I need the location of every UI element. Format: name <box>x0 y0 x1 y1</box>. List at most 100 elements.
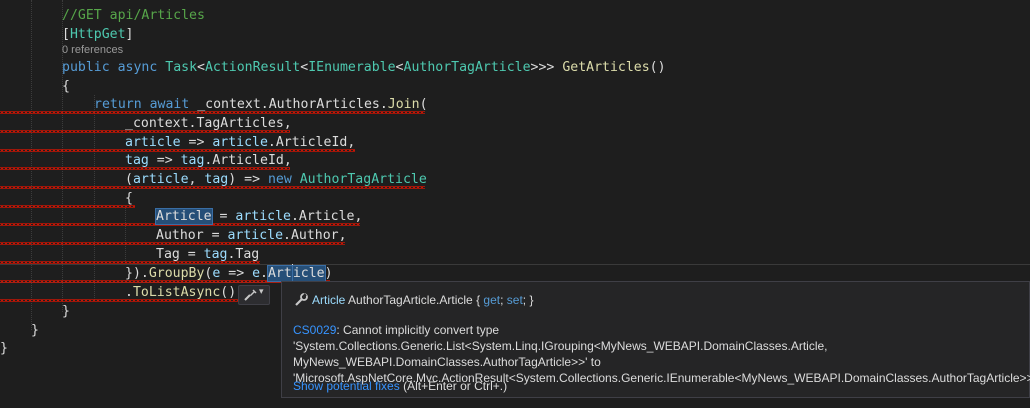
code-token: => <box>148 153 181 168</box>
code-token: public <box>62 60 110 75</box>
code-text: public async Task<ActionResult<IEnumerab… <box>62 58 666 77</box>
code-line[interactable]: Tag = tag.Tag <box>0 245 1030 264</box>
code-text: } <box>31 321 39 340</box>
code-token: _context.TagArticles, <box>125 116 292 131</box>
code-line[interactable]: Article = article.Article, <box>0 207 1030 226</box>
code-token: => <box>180 135 213 150</box>
code-line[interactable]: [HttpGet] <box>0 25 1030 44</box>
code-text: _context.TagArticles, <box>125 114 292 133</box>
code-line[interactable]: tag => tag.ArticleId, <box>0 151 1030 170</box>
code-token: GetArticles <box>562 60 650 75</box>
code-line[interactable]: { <box>0 77 1030 96</box>
code-token: ActionResult <box>204 60 301 75</box>
code-text: .ToListAsync() <box>125 283 236 302</box>
error-text: : Cannot implicitly convert type 'System… <box>293 323 1030 385</box>
code-token: e <box>252 266 261 281</box>
code-token: }). <box>125 266 149 281</box>
code-text: tag => tag.ArticleId, <box>125 151 292 170</box>
code-token: return <box>94 97 142 112</box>
code-token: HttpGet <box>69 27 126 42</box>
code-text: return await _context.AuthorArticles.Joi… <box>94 95 428 114</box>
code-text: Tag = tag.Tag <box>156 245 259 264</box>
code-text: } <box>0 339 8 358</box>
code-token: article <box>132 172 189 187</box>
code-line[interactable]: (article, tag) => new AuthorTagArticle <box>0 170 1030 189</box>
code-token: article <box>235 209 291 224</box>
code-text: } <box>62 302 70 321</box>
symbol-name: Article <box>312 293 346 307</box>
code-line[interactable]: _context.TagArticles, <box>0 114 1030 133</box>
code-token: ( <box>419 97 428 112</box>
code-token: . <box>260 266 268 281</box>
signature-end: ; } <box>522 293 534 307</box>
code-text: Author = article.Author, <box>156 226 347 245</box>
code-token: ) <box>324 266 333 281</box>
code-token: { <box>62 79 70 94</box>
code-token: article <box>227 228 284 243</box>
code-token: < <box>197 60 205 75</box>
symbol-signature: Article AuthorTagArticle.Article { get ; … <box>294 293 533 307</box>
code-token: < <box>300 60 309 75</box>
code-token: tag <box>180 153 205 168</box>
code-token: AuthorTagArticle <box>299 172 427 187</box>
code-line[interactable]: Author = article.Author, <box>0 226 1030 245</box>
quick-actions-button[interactable]: ▾ <box>238 285 270 305</box>
wrench-icon <box>295 293 308 306</box>
setter-keyword: set <box>506 293 523 307</box>
code-token: = <box>179 247 204 262</box>
code-editor[interactable]: //GET api/Articles [HttpGet] public async … <box>0 0 1030 408</box>
selected-symbol: Art <box>266 265 293 282</box>
code-token: tag <box>203 247 228 262</box>
code-token: Author <box>156 228 204 243</box>
code-lens-references[interactable]: 0 references <box>62 44 123 56</box>
code-token: Join <box>387 97 420 112</box>
separator: ; <box>500 293 507 307</box>
code-token: .ArticleId, <box>204 153 292 168</box>
code-token: tag <box>125 153 149 168</box>
code-token: async <box>117 60 158 75</box>
code-token: [ <box>62 27 70 42</box>
code-line[interactable]: public async Task<ActionResult<IEnumerab… <box>0 58 1030 77</box>
code-token: } <box>62 304 70 319</box>
code-token: AuthorTagArticle <box>403 60 531 75</box>
symbol-detail: AuthorTagArticle.Article { <box>345 293 484 307</box>
code-line[interactable]: //GET api/Articles <box>0 6 1030 25</box>
code-line[interactable]: article => article.ArticleId, <box>0 133 1030 152</box>
code-token: ] <box>125 27 134 42</box>
code-text: //GET api/Articles <box>62 6 205 25</box>
getter-keyword: get <box>483 293 501 307</box>
code-token: { <box>125 191 133 206</box>
code-token: () <box>220 285 237 300</box>
code-token: ToListAsync <box>132 285 221 300</box>
code-token: .Tag <box>227 247 260 262</box>
fix-shortcut: (Alt+Enter or Ctrl+.) <box>399 379 508 393</box>
code-token: _context.AuthorArticles. <box>189 97 388 112</box>
code-token: //GET api/Articles <box>62 8 205 23</box>
code-token: => <box>220 266 253 281</box>
code-token: .ArticleId, <box>267 135 356 150</box>
code-token: , <box>188 172 205 187</box>
code-token: . <box>125 285 133 300</box>
code-line[interactable]: { <box>0 189 1030 208</box>
code-line[interactable]: return await _context.AuthorArticles.Joi… <box>0 95 1030 114</box>
code-token: () <box>649 60 666 75</box>
code-text: { <box>125 189 133 208</box>
code-token: = <box>211 209 236 224</box>
code-token: >>> <box>530 60 563 75</box>
selected-symbol: icle <box>291 265 326 282</box>
show-potential-fixes-link[interactable]: Show potential fixes <box>293 379 400 393</box>
selected-symbol: Article <box>155 208 213 225</box>
code-token: Task <box>165 60 198 75</box>
code-text: article => article.ArticleId, <box>125 133 355 152</box>
code-token: article <box>125 135 181 150</box>
error-code-link[interactable]: CS0029 <box>293 323 336 337</box>
code-token: ( <box>125 172 133 187</box>
code-token: article <box>212 135 268 150</box>
code-token: = <box>203 228 228 243</box>
code-text: [HttpGet] <box>62 25 133 44</box>
screwdriver-icon <box>244 289 257 301</box>
code-token: Tag <box>156 247 180 262</box>
code-text: (article, tag) => new AuthorTagArticle <box>125 170 427 189</box>
